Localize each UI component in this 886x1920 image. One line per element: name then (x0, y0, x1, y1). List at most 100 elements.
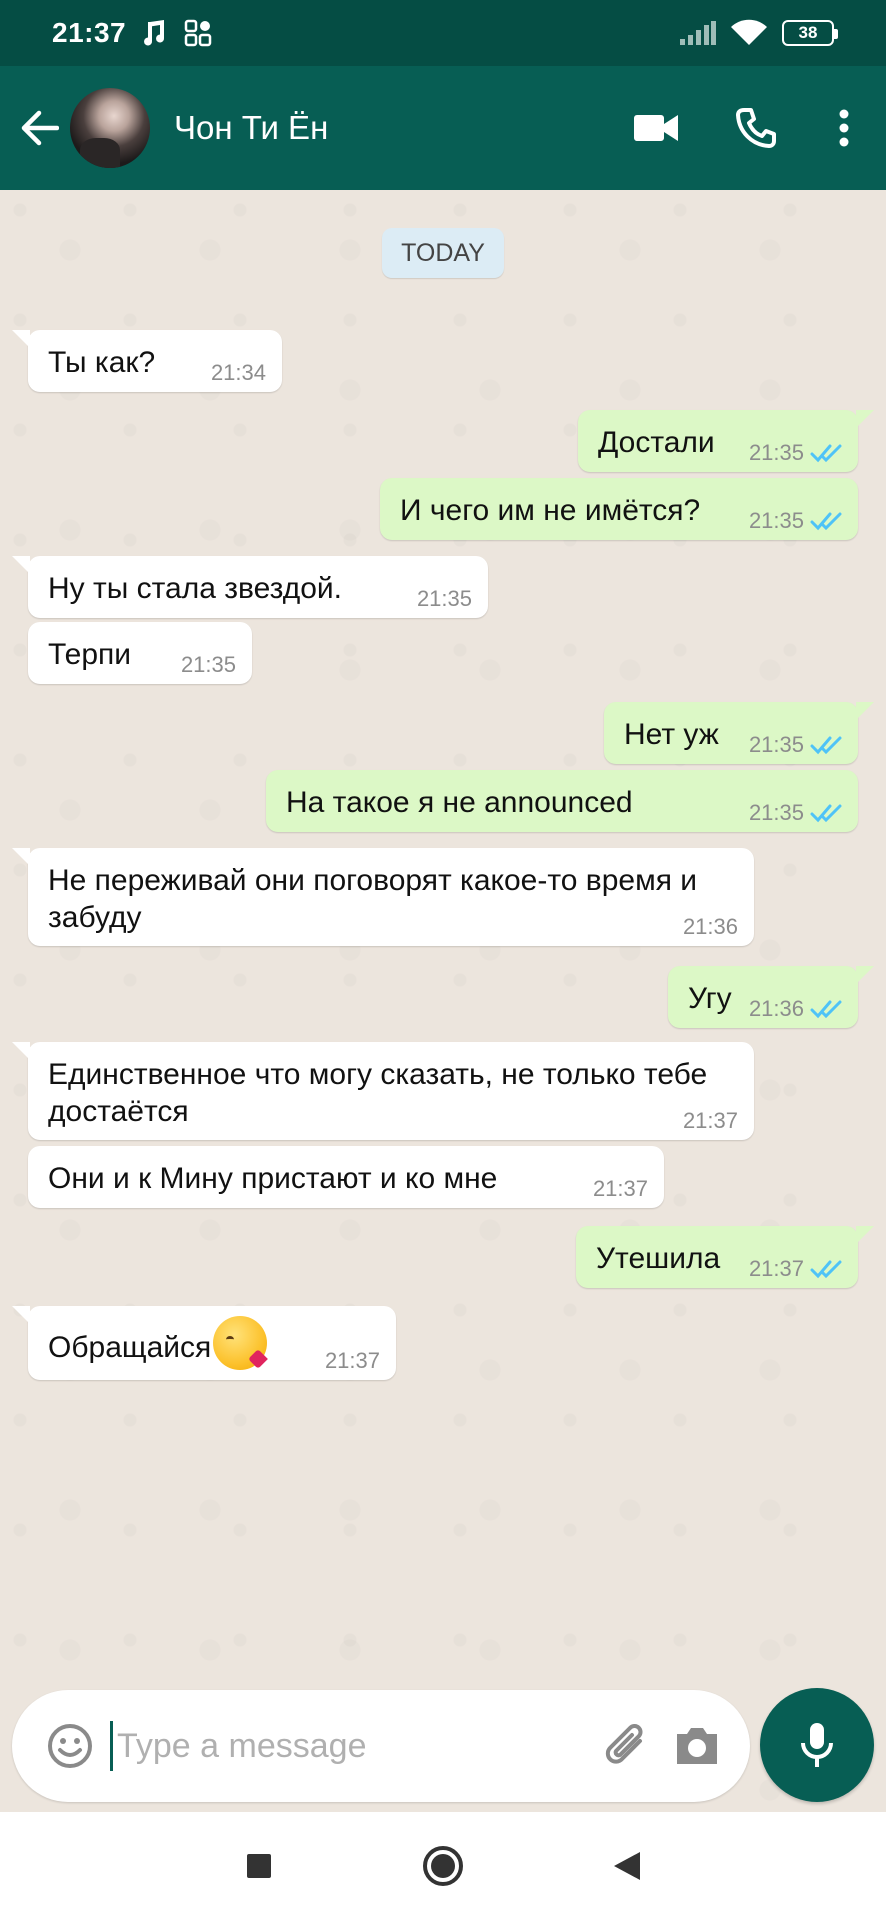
status-bar: 21:37 38 (0, 0, 886, 66)
message-text: Утешила (596, 1242, 721, 1275)
battery-indicator: 38 (782, 20, 838, 46)
message-incoming[interactable]: Единственное что могу сказать, не только… (12, 1042, 754, 1140)
message-time: 21:36 (682, 914, 738, 939)
status-notification-icons (142, 19, 212, 47)
square-icon (247, 1854, 271, 1878)
read-ticks-icon (810, 512, 842, 531)
message-incoming[interactable]: Ну ты стала звездой. 21:35 (12, 556, 488, 618)
camera-button[interactable] (662, 1711, 732, 1781)
chat-area[interactable]: TODAY Ты как? 21:34 Достали 21:35 И чего… (0, 190, 886, 1812)
message-meta: 21:35 (749, 732, 844, 758)
message-text: Единственное что могу сказать, не только… (48, 1058, 708, 1128)
message-meta: 21:37 (593, 1176, 648, 1202)
message-incoming[interactable]: Не переживай они поговорят какое-то врем… (12, 848, 754, 946)
system-nav-bar (0, 1812, 886, 1920)
message-text: Они и к Мину пристают и ко мне (48, 1162, 498, 1195)
triangle-back-icon (614, 1852, 640, 1880)
message-meta: 21:35 (749, 440, 844, 466)
status-time: 21:37 (52, 17, 127, 48)
smiley-icon (48, 1724, 92, 1768)
message-time: 21:37 (592, 1176, 648, 1201)
back-arrow-icon (21, 110, 59, 146)
message-time: 21:37 (682, 1108, 738, 1133)
message-incoming[interactable]: Они и к Мину пристают и ко мне 21:37 (28, 1146, 664, 1208)
phone-icon (736, 108, 776, 148)
message-text: Обращайся (48, 1330, 212, 1364)
message-text: На такое я не announced (286, 786, 633, 819)
battery-level: 38 (798, 23, 818, 42)
message-time: 21:35 (748, 508, 804, 533)
home-button[interactable] (413, 1836, 473, 1896)
camera-icon (677, 1728, 717, 1764)
message-incoming[interactable]: Ты как? 21:34 (12, 330, 282, 392)
message-meta: 21:36 (683, 914, 738, 940)
voice-message-button[interactable] (760, 1688, 874, 1802)
contact-name[interactable]: Чон Ти Ён (174, 109, 328, 147)
message-text: Достали (598, 426, 715, 459)
message-composer (12, 1690, 750, 1802)
message-text-row: Обращайся (48, 1316, 268, 1376)
message-meta: 21:35 (417, 586, 472, 612)
message-time: 21:35 (748, 800, 804, 825)
app-grid-icon (184, 19, 212, 47)
signal-icon (680, 21, 716, 45)
chat-header: Чон Ти Ён (0, 66, 886, 190)
voice-call-button[interactable] (706, 78, 806, 178)
message-meta: 21:34 (211, 360, 266, 386)
message-meta: 21:35 (749, 508, 844, 534)
message-meta: 21:37 (325, 1348, 380, 1374)
more-vert-icon (839, 109, 849, 147)
message-outgoing[interactable]: И чего им не имётся? 21:35 (380, 478, 858, 540)
message-time: 21:34 (210, 360, 266, 385)
message-text: Ну ты стала звездой. (48, 572, 343, 605)
contact-avatar[interactable] (70, 88, 150, 168)
read-ticks-icon (810, 736, 842, 755)
status-system-icons: 38 (680, 19, 838, 47)
wifi-icon (731, 19, 767, 45)
message-text: Ты как? (48, 346, 156, 379)
header-actions (606, 78, 886, 178)
circle-icon (423, 1846, 463, 1886)
message-input[interactable] (110, 1721, 592, 1771)
more-options-button[interactable] (806, 78, 882, 178)
message-meta: 21:35 (749, 800, 844, 826)
message-text: Не переживай они поговорят какое-то врем… (48, 864, 698, 934)
message-time: 21:35 (748, 440, 804, 465)
back-button[interactable] (4, 93, 74, 163)
message-meta: 21:36 (749, 996, 844, 1022)
date-chip: TODAY (382, 228, 504, 278)
message-meta: 21:37 (683, 1108, 738, 1134)
message-time: 21:35 (180, 652, 236, 677)
message-time: 21:35 (416, 586, 472, 611)
attach-button[interactable] (592, 1711, 662, 1781)
music-note-icon (144, 20, 165, 46)
message-time: 21:37 (748, 1256, 804, 1281)
message-text: Угу (688, 982, 732, 1015)
message-text: Терпи (48, 638, 132, 671)
video-call-button[interactable] (606, 78, 706, 178)
message-incoming[interactable]: Обращайся 21:37 (12, 1306, 396, 1380)
message-outgoing[interactable]: Нет уж 21:35 (604, 702, 874, 764)
read-ticks-icon (810, 804, 842, 823)
message-text: Нет уж (624, 718, 719, 751)
message-time: 21:35 (748, 732, 804, 757)
message-meta: 21:35 (181, 652, 236, 678)
back-nav-button[interactable] (597, 1836, 657, 1896)
message-outgoing[interactable]: Достали 21:35 (578, 410, 874, 472)
message-outgoing[interactable]: На такое я не announced 21:35 (266, 770, 858, 832)
paperclip-icon (605, 1724, 643, 1764)
read-ticks-icon (810, 1000, 842, 1019)
recents-button[interactable] (229, 1836, 289, 1896)
message-meta: 21:37 (749, 1256, 844, 1282)
emoji-button[interactable] (40, 1716, 100, 1776)
read-ticks-icon (810, 1260, 842, 1279)
video-call-icon (634, 115, 678, 141)
message-outgoing[interactable]: Утешила 21:37 (576, 1226, 874, 1288)
message-text: И чего им не имётся? (400, 494, 701, 527)
message-outgoing[interactable]: Угу 21:36 (668, 966, 874, 1028)
message-time: 21:36 (748, 996, 804, 1021)
message-incoming[interactable]: Терпи 21:35 (28, 622, 252, 684)
message-time: 21:37 (324, 1348, 380, 1373)
read-ticks-icon (810, 444, 842, 463)
microphone-icon (801, 1723, 833, 1767)
